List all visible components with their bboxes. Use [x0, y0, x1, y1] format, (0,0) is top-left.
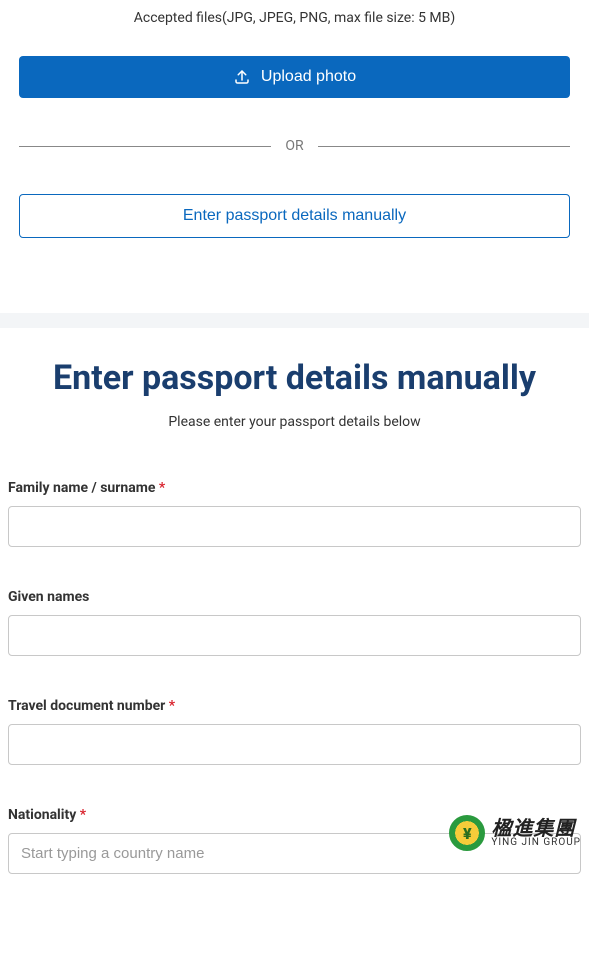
family-name-group: Family name / surname * [8, 480, 581, 547]
watermark-badge-icon: ¥ [449, 815, 485, 851]
upload-photo-button[interactable]: Upload photo [19, 56, 570, 98]
family-name-label-text: Family name / surname [8, 480, 159, 496]
divider-line-left [19, 146, 271, 147]
travel-document-input[interactable] [8, 724, 581, 765]
section-separator [0, 313, 589, 328]
divider-text: OR [285, 138, 303, 154]
accepted-files-hint: Accepted files(JPG, JPEG, PNG, max file … [19, 10, 570, 26]
given-names-label: Given names [8, 589, 581, 605]
family-name-input[interactable] [8, 506, 581, 547]
travel-document-label: Travel document number * [8, 698, 581, 714]
divider: OR [19, 138, 570, 154]
upload-section: Accepted files(JPG, JPEG, PNG, max file … [0, 10, 589, 263]
form-title: Enter passport details manually [8, 358, 581, 398]
travel-document-label-text: Travel document number [8, 698, 169, 714]
enter-manually-label: Enter passport details manually [183, 207, 406, 224]
manual-form-section: Enter passport details manually Please e… [0, 328, 589, 956]
travel-document-group: Travel document number * [8, 698, 581, 765]
upload-icon [233, 68, 251, 86]
given-names-input[interactable] [8, 615, 581, 656]
required-mark: * [80, 807, 86, 823]
upload-button-label: Upload photo [261, 68, 356, 86]
watermark-english: YING JIN GROUP [491, 838, 581, 848]
divider-line-right [318, 146, 570, 147]
nationality-label-text: Nationality [8, 807, 80, 823]
watermark-text: 楹進集團 YING JIN GROUP [491, 818, 581, 848]
form-subtitle: Please enter your passport details below [8, 414, 581, 430]
watermark-logo: ¥ 楹進集團 YING JIN GROUP [449, 815, 581, 851]
enter-manually-button[interactable]: Enter passport details manually [19, 194, 570, 238]
required-mark: * [159, 480, 165, 496]
watermark-chinese: 楹進集團 [491, 818, 581, 838]
given-names-group: Given names [8, 589, 581, 656]
required-mark: * [169, 698, 175, 714]
given-names-label-text: Given names [8, 589, 89, 605]
family-name-label: Family name / surname * [8, 480, 581, 496]
